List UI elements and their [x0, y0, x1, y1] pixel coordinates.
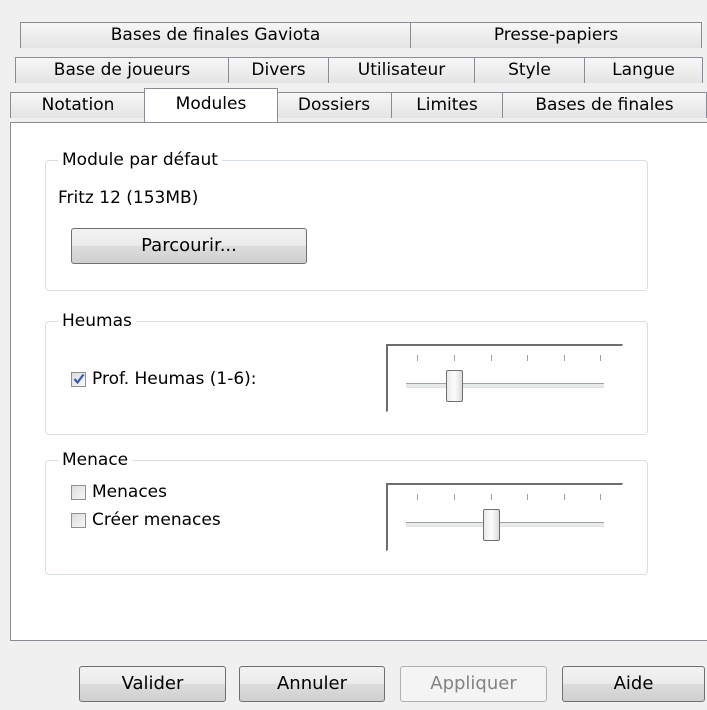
menace-legend: Menace — [58, 449, 133, 471]
browse-button[interactable]: Parcourir... — [71, 228, 307, 264]
tab-utilisateur[interactable]: Utilisateur — [328, 57, 475, 83]
menace-slider[interactable] — [386, 483, 623, 551]
tab-limites[interactable]: Limites — [391, 92, 503, 118]
slider-track — [406, 522, 604, 527]
menace-group: Menace Menaces Créer menaces — [45, 449, 648, 575]
slider-thumb[interactable] — [483, 509, 500, 541]
slider-tick — [600, 494, 601, 500]
tab-style[interactable]: Style — [474, 57, 585, 83]
slider-tick — [527, 494, 528, 500]
tab-dossiers[interactable]: Dossiers — [276, 92, 392, 118]
slider-tick — [527, 355, 528, 361]
checkmark-icon — [73, 373, 85, 385]
slider-track — [406, 383, 604, 388]
creer-menaces-checkbox-label: Créer menaces — [92, 510, 221, 530]
cancel-button[interactable]: Annuler — [239, 666, 385, 702]
heumas-legend: Heumas — [58, 310, 136, 332]
heumas-checkbox-label: Prof. Heumas (1-6): — [92, 369, 257, 389]
default-module-legend: Module par défaut — [58, 149, 222, 171]
slider-tick — [491, 355, 492, 361]
slider-tick — [564, 355, 565, 361]
default-module-group: Module par défaut Fritz 12 (153MB) Parco… — [45, 149, 648, 291]
tab-presse-papiers[interactable]: Presse-papiers — [410, 22, 702, 48]
apply-button[interactable]: Appliquer — [400, 666, 547, 702]
modules-panel: Module par défaut Fritz 12 (153MB) Parco… — [10, 122, 707, 641]
help-button[interactable]: Aide — [562, 666, 705, 702]
slider-tick — [600, 355, 601, 361]
slider-tick — [454, 494, 455, 500]
heumas-checkbox[interactable] — [71, 372, 86, 387]
engine-name: Fritz 12 (153MB) — [58, 188, 199, 208]
tab-langue[interactable]: Langue — [584, 57, 703, 83]
menaces-checkbox[interactable] — [71, 485, 86, 500]
slider-tick — [454, 355, 455, 361]
slider-tick — [491, 494, 492, 500]
menaces-checkbox-label: Menaces — [92, 482, 167, 502]
tab-notation[interactable]: Notation — [10, 92, 146, 118]
slider-tick — [417, 494, 418, 500]
tab-bases-gaviota[interactable]: Bases de finales Gaviota — [20, 22, 411, 48]
slider-tick — [417, 355, 418, 361]
heumas-depth-slider[interactable] — [386, 344, 623, 412]
tab-modules[interactable]: Modules — [144, 88, 278, 122]
tab-base-de-joueurs[interactable]: Base de joueurs — [15, 57, 229, 83]
tab-bases-de-finales[interactable]: Bases de finales — [502, 92, 707, 118]
ok-button[interactable]: Valider — [79, 666, 226, 702]
tab-divers[interactable]: Divers — [228, 57, 329, 83]
slider-thumb[interactable] — [446, 370, 463, 402]
slider-tick — [564, 494, 565, 500]
heumas-group: Heumas Prof. Heumas (1-6): — [45, 310, 648, 435]
creer-menaces-checkbox[interactable] — [71, 513, 86, 528]
